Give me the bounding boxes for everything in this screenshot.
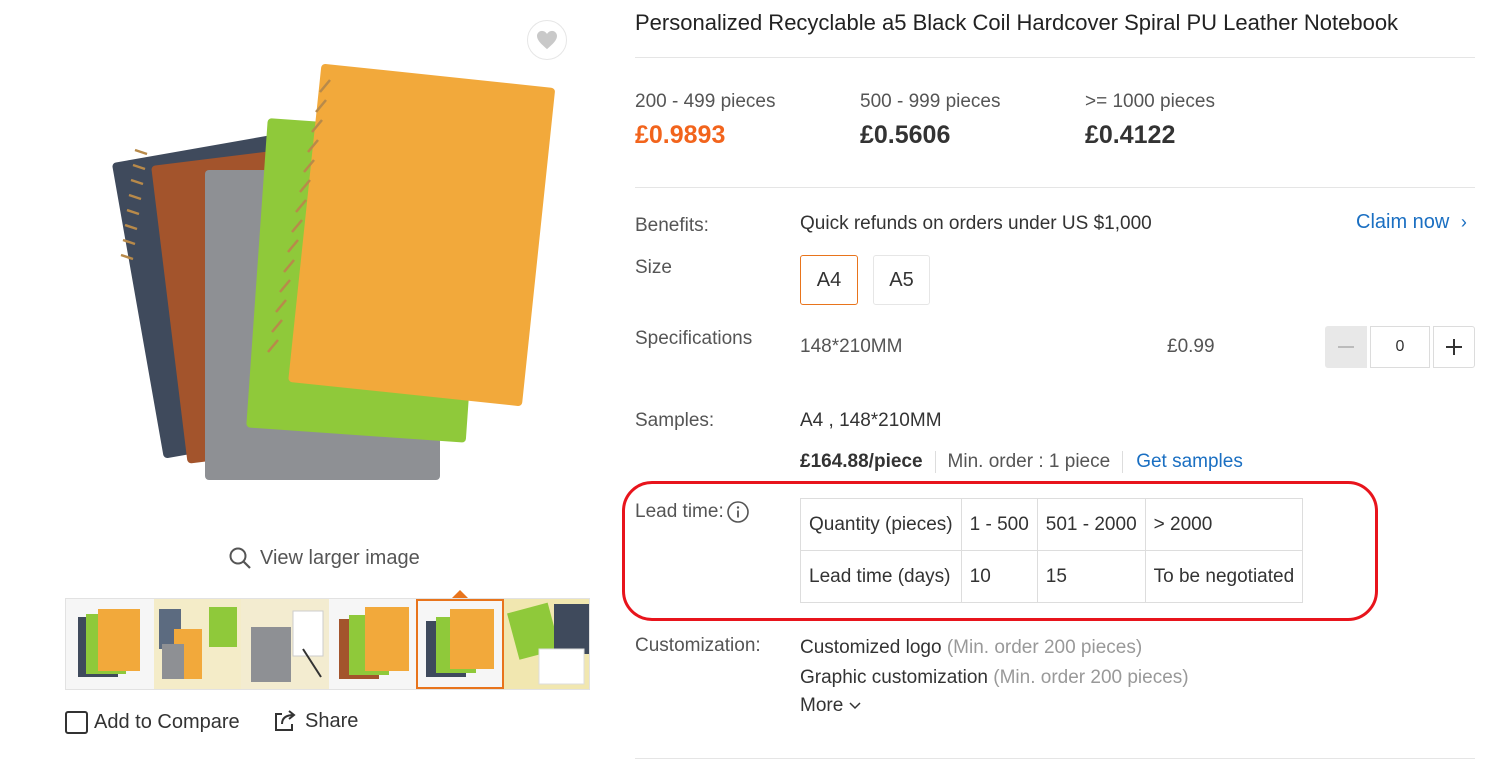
- quantity-decrement-button[interactable]: [1325, 326, 1367, 368]
- info-icon[interactable]: [726, 500, 750, 524]
- customization-name: Graphic customization: [800, 667, 988, 688]
- claim-now-link[interactable]: Claim now ›: [1356, 211, 1467, 234]
- divider: [635, 758, 1475, 759]
- benefits-label: Benefits:: [635, 215, 709, 236]
- share-label: Share: [305, 709, 359, 732]
- table-cell: 15: [1036, 550, 1146, 603]
- share-button[interactable]: Share: [273, 709, 358, 733]
- table-cell: > 2000: [1144, 498, 1304, 551]
- specifications-label: Specifications: [635, 328, 753, 349]
- size-option-a4[interactable]: A4: [800, 255, 858, 305]
- size-option-a5[interactable]: A5: [873, 255, 930, 305]
- divider: [635, 57, 1475, 58]
- thumbnail-3[interactable]: [241, 599, 329, 689]
- magnifier-icon: [229, 547, 251, 569]
- table-cell: To be negotiated: [1144, 550, 1304, 603]
- product-title: Personalized Recyclable a5 Black Coil Ha…: [635, 10, 1399, 35]
- view-larger-label: View larger image: [260, 546, 420, 569]
- price-tier-3: >= 1000 pieces £0.4122: [1085, 91, 1215, 150]
- samples-label: Samples:: [635, 410, 715, 431]
- table-cell: 501 - 2000: [1036, 498, 1146, 551]
- get-samples-link[interactable]: Get samples: [1123, 451, 1243, 473]
- table-cell: 10: [960, 550, 1038, 603]
- lead-time-label-group: Lead time:: [635, 500, 750, 524]
- table-cell: Lead time (days): [800, 550, 962, 603]
- heart-icon: [537, 30, 557, 50]
- price-tier-1: 200 - 499 pieces £0.9893: [635, 91, 776, 150]
- thumbnail-6[interactable]: [503, 599, 589, 689]
- favorite-button[interactable]: [527, 20, 567, 60]
- specification-price: £0.99: [1167, 336, 1215, 357]
- thumbnail-1[interactable]: [66, 599, 154, 689]
- customization-min-order: (Min. order 200 pieces): [946, 637, 1143, 658]
- lead-time-table: Quantity (pieces) 1 - 500 501 - 2000 > 2…: [800, 498, 1304, 603]
- divider: [635, 187, 1475, 188]
- table-cell: Quantity (pieces): [800, 498, 962, 551]
- samples-value: A4 , 148*210MM: [800, 410, 942, 431]
- price-tier-price: £0.9893: [635, 121, 726, 149]
- size-label: Size: [635, 257, 672, 278]
- customization-item: Graphic customization (Min. order 200 pi…: [800, 667, 1189, 689]
- thumbnail-strip: [65, 598, 590, 690]
- view-larger-image-link[interactable]: View larger image: [228, 546, 420, 570]
- price-tier-price: £0.4122: [1085, 121, 1176, 149]
- price-tier-price: £0.5606: [860, 121, 951, 149]
- add-to-compare-label: Add to Compare: [94, 711, 240, 733]
- price-tier-range: 500 - 999 pieces: [860, 91, 1001, 112]
- price-tier-2: 500 - 999 pieces £0.5606: [860, 91, 1001, 150]
- customization-name: Customized logo: [800, 637, 942, 658]
- table-row: Lead time (days) 10 15 To be negotiated: [800, 550, 1304, 603]
- price-tier-range: >= 1000 pieces: [1085, 91, 1215, 112]
- claim-now-label: Claim now: [1356, 211, 1450, 233]
- minus-icon: [1338, 346, 1354, 348]
- sample-price: £164.88/piece: [800, 451, 936, 473]
- share-icon: [275, 710, 296, 731]
- lead-time-label: Lead time:: [635, 501, 724, 522]
- table-cell: 1 - 500: [960, 498, 1038, 551]
- more-customization-button[interactable]: More: [800, 695, 861, 717]
- price-tier-range: 200 - 499 pieces: [635, 91, 776, 112]
- quantity-input[interactable]: [1370, 326, 1430, 368]
- chevron-down-icon: [849, 702, 861, 710]
- customization-label: Customization:: [635, 635, 761, 656]
- benefits-text: Quick refunds on orders under US $1,000: [800, 213, 1152, 234]
- chevron-right-icon: ›: [1460, 212, 1467, 232]
- customization-min-order: (Min. order 200 pieces): [993, 667, 1189, 688]
- more-label: More: [800, 695, 844, 716]
- sample-info-row: £164.88/piece Min. order : 1 piece Get s…: [800, 451, 1243, 473]
- sample-min-order: Min. order : 1 piece: [936, 451, 1124, 473]
- plus-icon: [1446, 339, 1462, 355]
- specification-value: 148*210MM: [800, 336, 903, 357]
- add-to-compare[interactable]: Add to Compare: [65, 711, 240, 734]
- quantity-increment-button[interactable]: [1433, 326, 1475, 368]
- thumbnail-2[interactable]: [153, 599, 241, 689]
- table-row: Quantity (pieces) 1 - 500 501 - 2000 > 2…: [800, 498, 1304, 551]
- thumbnail-5[interactable]: [416, 599, 504, 689]
- active-thumbnail-caret: [452, 590, 468, 598]
- thumbnail-4[interactable]: [328, 599, 416, 689]
- compare-checkbox[interactable]: [65, 711, 88, 734]
- customization-item: Customized logo (Min. order 200 pieces): [800, 637, 1142, 659]
- main-product-image[interactable]: [100, 55, 580, 495]
